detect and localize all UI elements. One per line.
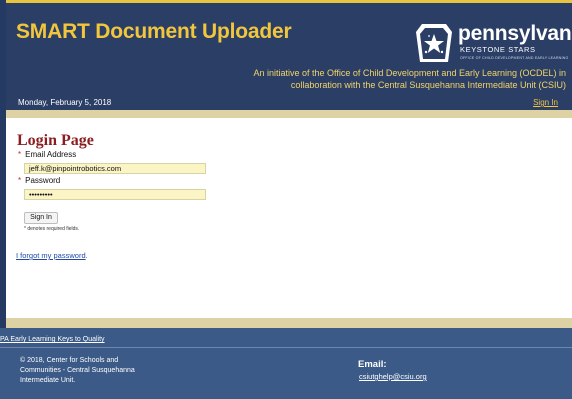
password-label: * Password <box>18 176 60 185</box>
forgot-password: I forgot my password. <box>16 251 88 260</box>
app-title: SMART Document Uploader <box>16 20 292 43</box>
header-divider-band <box>6 110 572 118</box>
required-note: * denotes required fields. <box>24 226 80 232</box>
email-label-text: Email Address <box>25 150 77 159</box>
current-date: Monday, February 5, 2018 <box>18 98 112 107</box>
email-field[interactable]: jeff.k@pinpointrobotics.com <box>24 163 206 174</box>
header: SMART Document Uploader pennsylvania KEY… <box>6 0 572 110</box>
login-form: Login Page * Email Address jeff.k@pinpoin… <box>6 118 572 318</box>
footer-email-label: Email: <box>358 359 387 370</box>
copyright-line-3: Intermediate Unit. <box>20 377 76 384</box>
footer-divider <box>0 347 572 348</box>
header-sign-in-link[interactable]: Sign In <box>533 98 558 107</box>
required-marker: * <box>18 176 22 185</box>
pa-keystone-stars-logo: pennsylvania KEYSTONE STARS OFFICE OF CH… <box>414 22 572 66</box>
footer-email-link[interactable]: csiutghelp@csiu.org <box>359 372 427 381</box>
footer-keys-to-quality-link[interactable]: PA Early Learning Keys to Quality <box>0 336 105 343</box>
initiative-line-1: An initiative of the Office of Child Dev… <box>253 68 567 78</box>
sign-in-button[interactable]: Sign In <box>24 212 58 224</box>
initiative-text: An initiative of the Office of Child Dev… <box>236 67 567 91</box>
password-field[interactable]: ••••••••• <box>24 189 206 200</box>
brand-name: pennsylvania <box>458 22 572 45</box>
password-label-text: Password <box>25 176 61 185</box>
required-marker: * <box>18 150 22 159</box>
footer-divider-band <box>6 318 572 328</box>
keystone-star-icon <box>416 24 452 62</box>
brand-office-line: OFFICE OF CHILD DEVELOPMENT AND EARLY LE… <box>460 56 569 60</box>
copyright: © 2018, Center for Schools and Communiti… <box>20 356 170 386</box>
forgot-password-period: . <box>85 251 88 260</box>
footer: PA Early Learning Keys to Quality © 2018… <box>0 328 572 399</box>
forgot-password-link[interactable]: I forgot my password <box>16 251 86 260</box>
email-label: * Email Address <box>18 150 76 159</box>
page-title: Login Page <box>17 132 94 149</box>
initiative-line-2: collaboration with the Central Susquehan… <box>290 80 566 90</box>
copyright-line-1: © 2018, Center for Schools and <box>20 357 119 364</box>
copyright-line-2: Communities - Central Susquehanna <box>20 367 135 374</box>
brand-subtitle: KEYSTONE STARS <box>460 45 536 54</box>
